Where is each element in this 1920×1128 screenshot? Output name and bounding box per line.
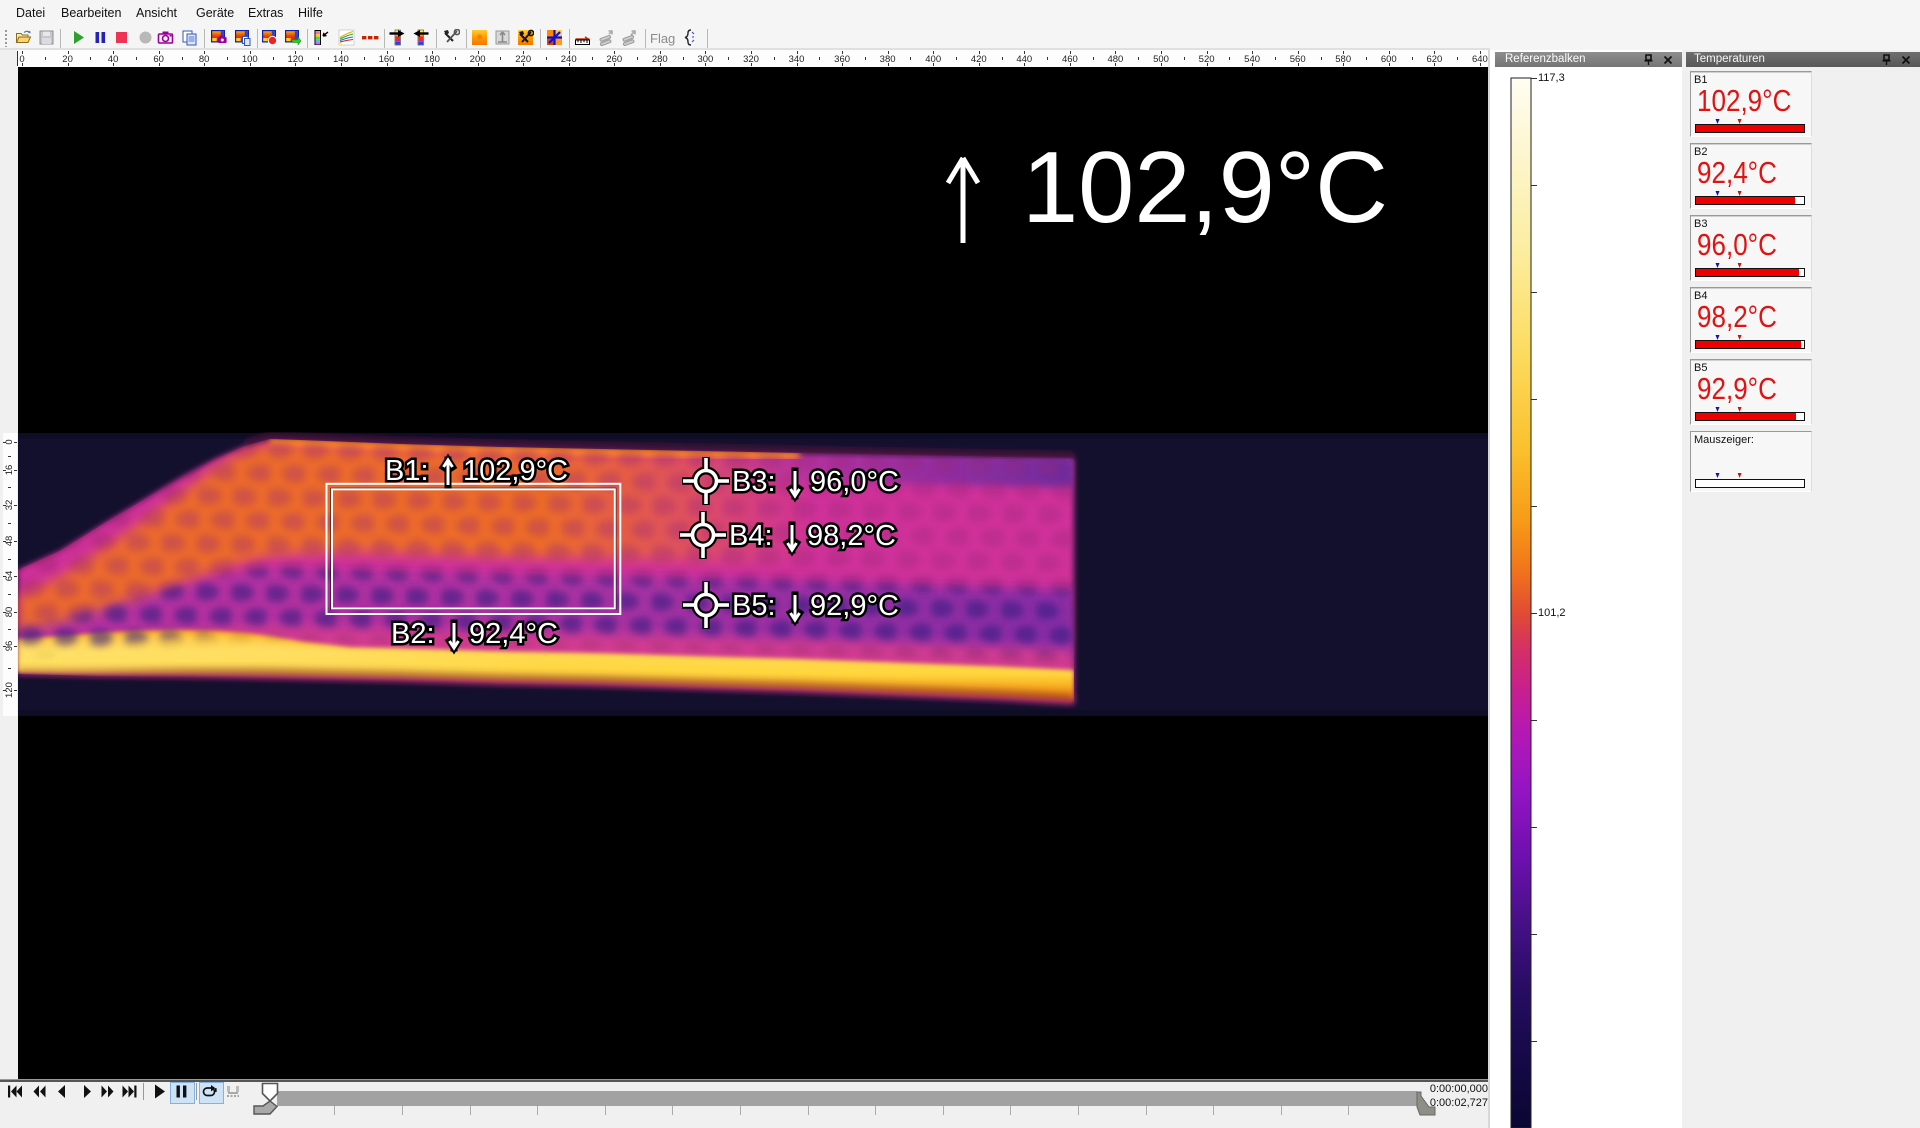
svg-text:B1:: B1: bbox=[385, 455, 429, 487]
svg-text:B4:: B4: bbox=[729, 520, 773, 552]
svg-text:102,9°C: 102,9°C bbox=[1022, 132, 1388, 244]
svg-text:B3:: B3: bbox=[732, 466, 776, 498]
svg-text:102,9°C: 102,9°C bbox=[463, 455, 568, 487]
svg-text:92,9°C: 92,9°C bbox=[810, 590, 899, 622]
svg-text:B2:: B2: bbox=[391, 618, 435, 650]
svg-text:B5:: B5: bbox=[732, 590, 776, 622]
svg-text:98,2°C: 98,2°C bbox=[807, 520, 896, 552]
svg-text:96,0°C: 96,0°C bbox=[810, 466, 899, 498]
svg-text:92,4°C: 92,4°C bbox=[469, 618, 558, 650]
